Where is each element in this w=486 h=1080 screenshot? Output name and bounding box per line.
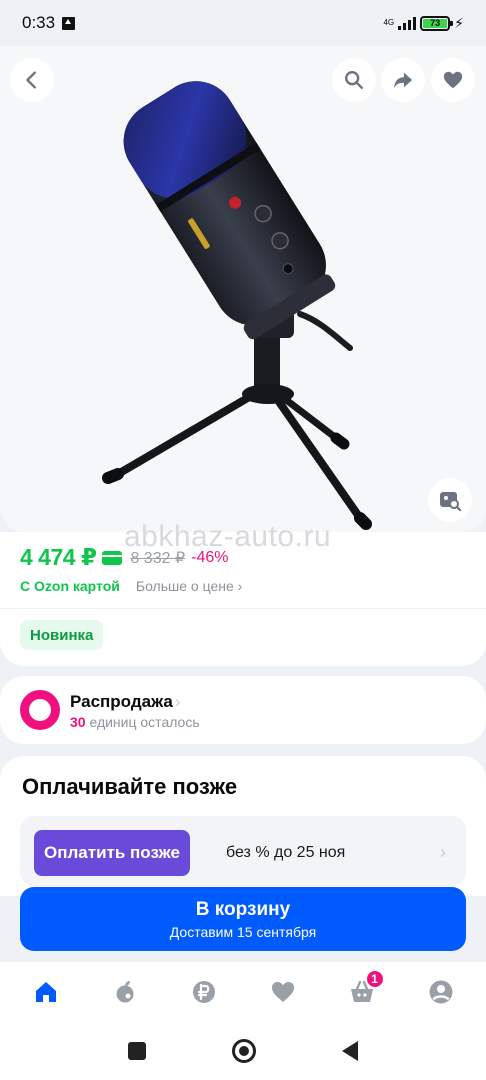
nav-fresh[interactable] bbox=[100, 967, 150, 1017]
sale-remaining: 30 единиц осталось bbox=[70, 714, 200, 730]
share-button[interactable] bbox=[381, 58, 425, 102]
ruble-icon bbox=[192, 981, 215, 1003]
pay-later-button[interactable]: Оплатить позже bbox=[34, 830, 190, 876]
status-bar: 0:33 4G 73 ⚡ bbox=[0, 0, 486, 46]
fruit-icon bbox=[116, 981, 133, 1003]
add-to-cart-label: В корзину bbox=[195, 899, 291, 920]
sale-card[interactable]: Распродажа › 30 единиц осталось bbox=[0, 676, 486, 744]
heart-icon bbox=[443, 71, 463, 89]
home-button[interactable] bbox=[232, 1039, 256, 1063]
system-nav-bar bbox=[0, 1022, 486, 1080]
image-search-icon bbox=[440, 492, 462, 512]
share-icon bbox=[393, 72, 413, 89]
watermark: abkhaz-auto.ru bbox=[124, 520, 332, 553]
back-nav-button[interactable] bbox=[342, 1041, 358, 1061]
charging-icon: ⚡ bbox=[454, 14, 464, 31]
sale-title: Распродажа › bbox=[70, 692, 180, 712]
network-type: 4G bbox=[383, 18, 395, 27]
new-badge: Новинка bbox=[20, 620, 104, 650]
pay-later-title: Оплачивайте позже bbox=[22, 774, 238, 799]
more-price-link[interactable]: Больше о цене › bbox=[136, 578, 242, 594]
upload-icon bbox=[62, 16, 76, 30]
pay-later-terms: без % до 25 ноя bbox=[226, 844, 346, 861]
visual-search-button[interactable] bbox=[428, 478, 472, 522]
sale-title-text: Распродажа bbox=[70, 692, 173, 711]
add-to-cart-button[interactable]: В корзину Доставим 15 сентября bbox=[20, 887, 466, 951]
pay-later-option[interactable]: Оплатить позже без % до 25 ноя › bbox=[20, 816, 466, 886]
sale-ring-icon bbox=[20, 690, 60, 730]
nav-finance[interactable] bbox=[179, 967, 229, 1017]
sale-remaining-label: единиц осталось bbox=[89, 714, 200, 730]
ozon-card-label: С Ozon картой bbox=[20, 578, 120, 594]
search-button[interactable] bbox=[332, 58, 376, 102]
nav-cart[interactable]: 1 bbox=[337, 967, 387, 1017]
chevron-right-icon: › bbox=[440, 842, 446, 862]
nav-favorites[interactable] bbox=[258, 967, 308, 1017]
battery-icon: 73 bbox=[420, 15, 454, 31]
search-icon bbox=[345, 71, 363, 89]
home-icon bbox=[35, 982, 56, 1002]
product-gallery[interactable] bbox=[0, 46, 486, 532]
pay-later-card: Оплачивайте позже Оплатить позже без % д… bbox=[0, 756, 486, 896]
price-sub: С Ozon картой Больше о цене › bbox=[20, 578, 242, 594]
status-time: 0:33 bbox=[22, 13, 56, 32]
battery-level: 73 bbox=[423, 18, 448, 28]
sale-count: 30 bbox=[70, 714, 86, 730]
signal-icon bbox=[398, 16, 417, 30]
favorite-button[interactable] bbox=[431, 58, 475, 102]
status-indicators: 4G 73 ⚡ bbox=[383, 15, 464, 32]
profile-icon bbox=[429, 980, 452, 1004]
back-button[interactable] bbox=[10, 58, 54, 102]
heart-icon bbox=[271, 982, 294, 1002]
chevron-left-icon bbox=[26, 71, 36, 89]
chevron-right-icon: › bbox=[174, 692, 181, 711]
cart-count-badge: 1 bbox=[364, 969, 385, 989]
nav-profile[interactable] bbox=[416, 967, 466, 1017]
nav-home[interactable] bbox=[21, 967, 71, 1017]
product-image bbox=[102, 81, 372, 530]
recents-button[interactable] bbox=[128, 1042, 146, 1060]
bottom-nav: 1 bbox=[0, 962, 486, 1022]
delivery-date: Доставим 15 сентября bbox=[169, 924, 317, 940]
divider bbox=[0, 608, 486, 609]
card-icon bbox=[102, 550, 123, 565]
price-current: 4 474 ₽ bbox=[20, 544, 97, 570]
